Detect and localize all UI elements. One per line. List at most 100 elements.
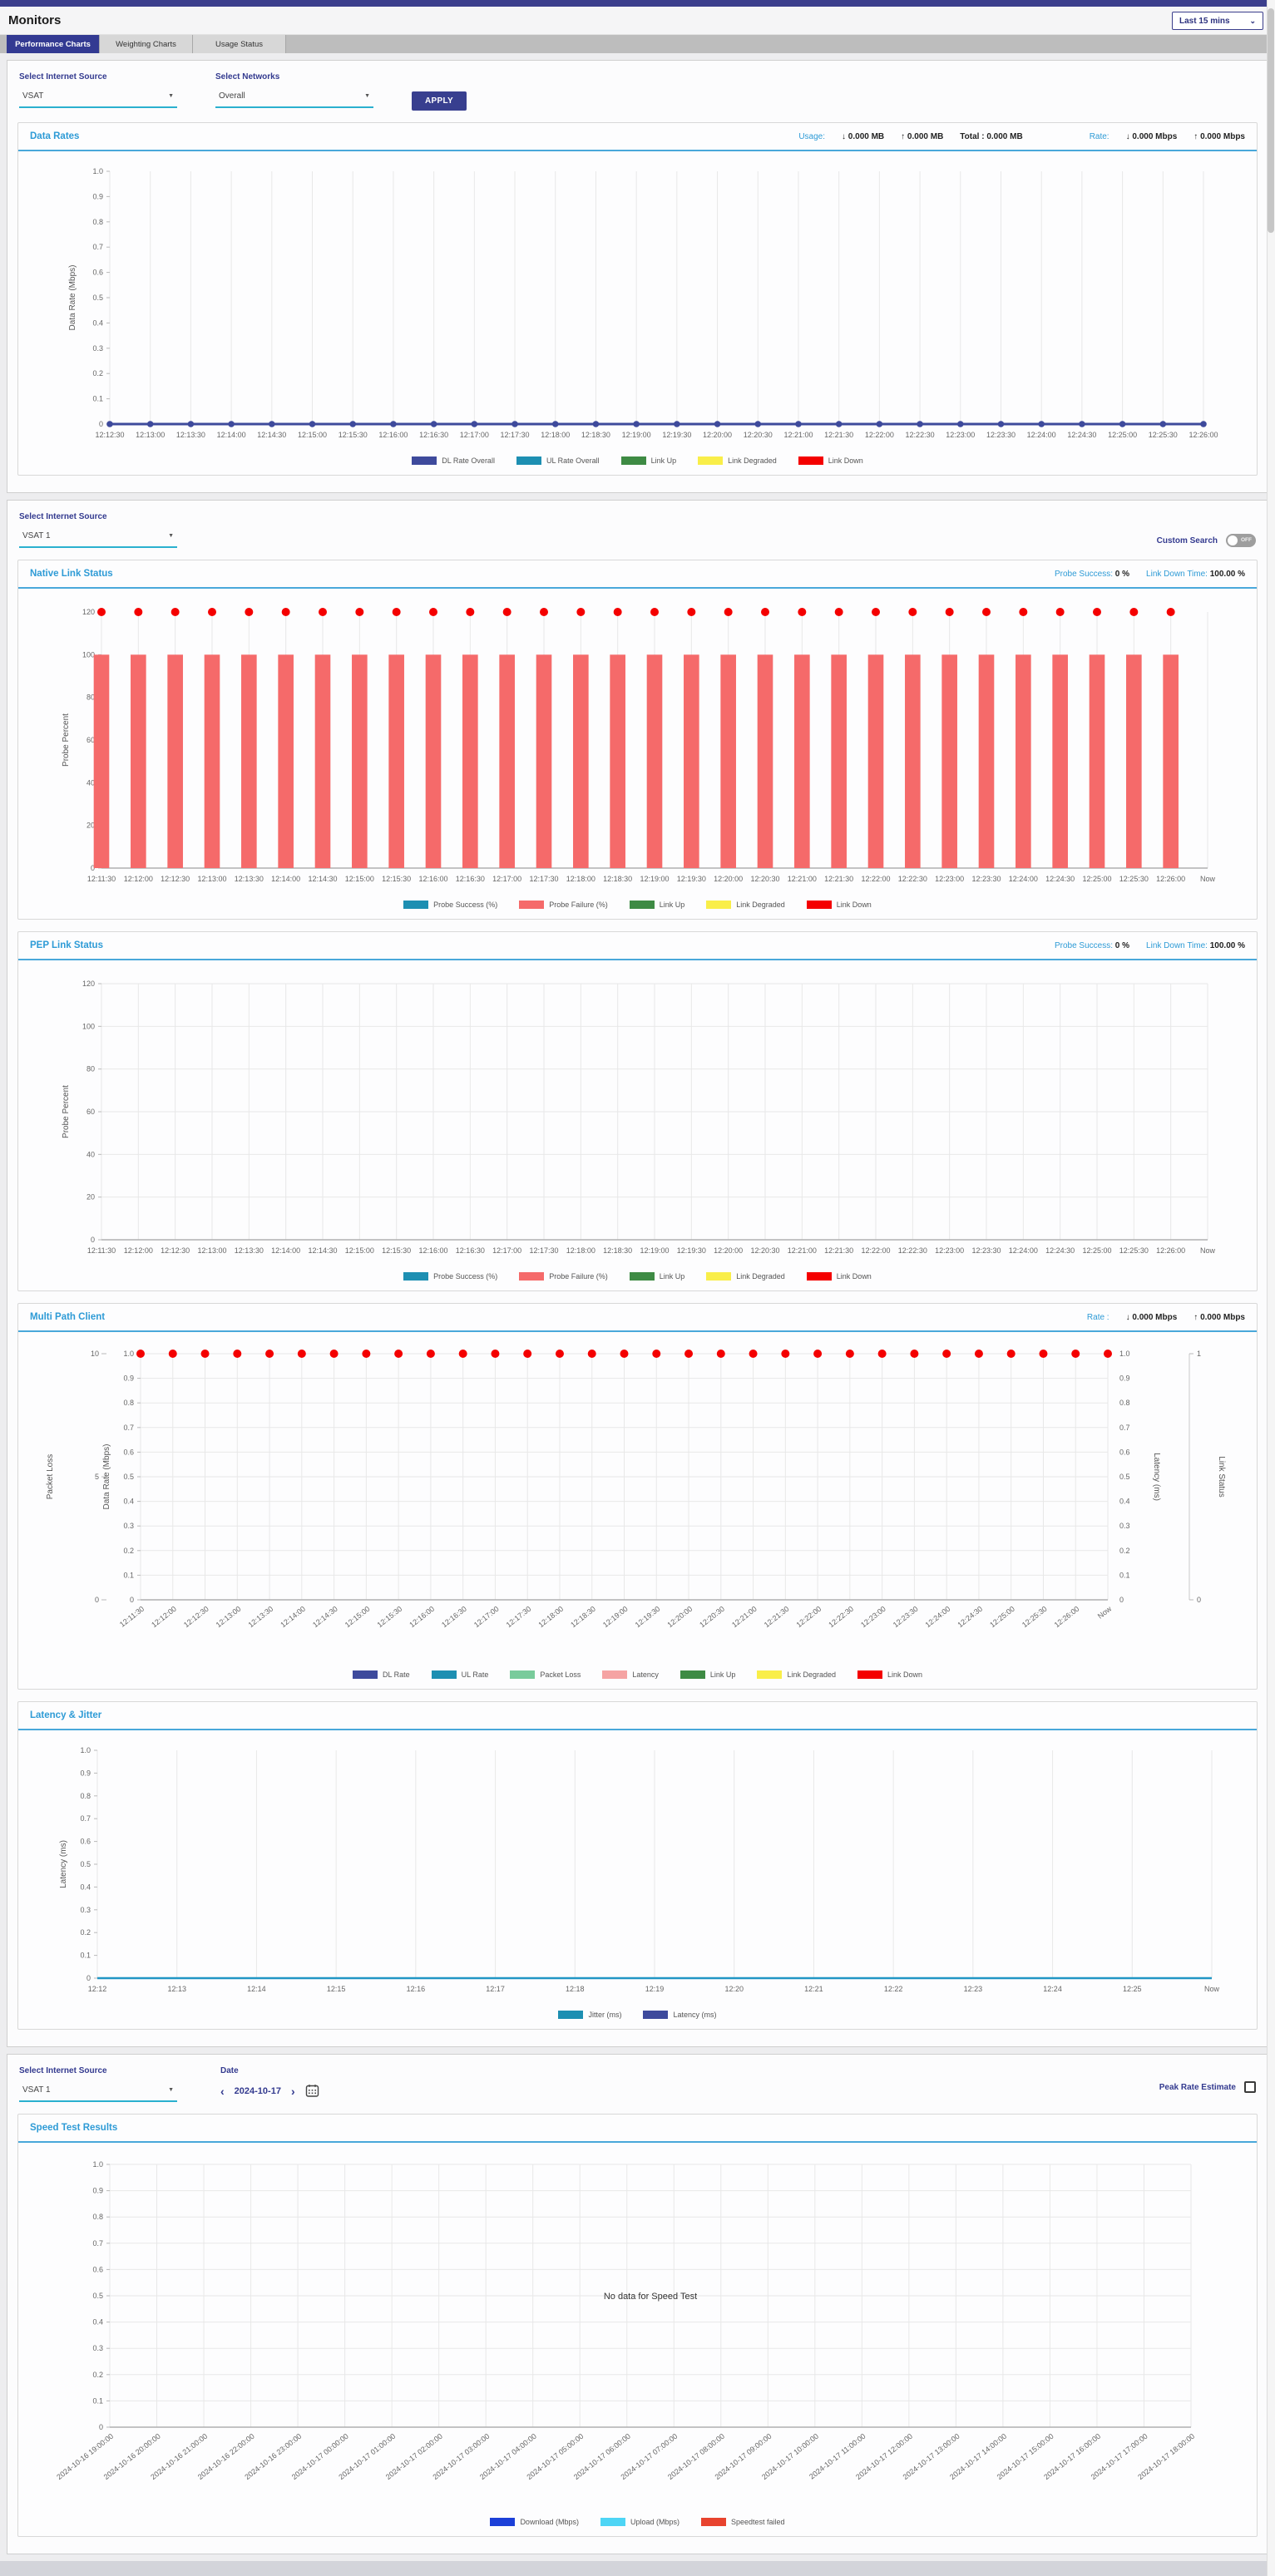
legend-item: Link Down: [807, 901, 872, 909]
vsat1-controls: Select Internet Source VSAT 1 ▼ Custom S…: [19, 512, 1256, 548]
svg-text:12:25:00: 12:25:00: [988, 1605, 1016, 1629]
rate-download: ↓ 0.000 Mbps: [1126, 1313, 1178, 1322]
svg-text:12:18:00: 12:18:00: [541, 431, 570, 439]
legend-swatch-icon: [602, 1670, 627, 1679]
time-range-select[interactable]: Last 15 mins ⌄: [1172, 12, 1263, 30]
svg-text:12:19:30: 12:19:30: [633, 1605, 661, 1629]
svg-text:12:20:30: 12:20:30: [698, 1605, 726, 1629]
svg-text:12:18:30: 12:18:30: [569, 1605, 597, 1629]
next-day-button[interactable]: ›: [291, 2085, 295, 2097]
svg-text:12:11:30: 12:11:30: [86, 1246, 115, 1255]
multi-path-client-chart: 1.00.90.80.70.60.50.40.30.20.10Data Rate…: [18, 1332, 1257, 1670]
svg-text:12:21:30: 12:21:30: [824, 1246, 853, 1255]
legend-item: Link Up: [630, 901, 685, 909]
svg-text:12:19: 12:19: [645, 1985, 664, 1993]
calendar-icon[interactable]: [305, 2084, 319, 2098]
tab-performance-charts[interactable]: Performance Charts: [7, 35, 100, 53]
svg-text:12:14:30: 12:14:30: [308, 875, 337, 883]
svg-text:12:17:30: 12:17:30: [529, 875, 558, 883]
svg-text:12:16:00: 12:16:00: [418, 875, 447, 883]
legend-item: Link Degraded: [706, 1272, 785, 1281]
legend-swatch-icon: [857, 1670, 882, 1679]
speed-test-section: Select Internet Source VSAT 1 ▼ Date ‹ 2…: [7, 2054, 1268, 2554]
scrollbar-thumb[interactable]: [1268, 8, 1274, 233]
svg-text:12:24:00: 12:24:00: [1026, 431, 1055, 439]
peak-rate-checkbox[interactable]: [1244, 2081, 1256, 2093]
networks-control: Select Networks Overall ▼: [215, 72, 373, 108]
internet-source-select[interactable]: VSAT 1 ▼: [19, 2084, 177, 2102]
internet-source-value: VSAT 1: [22, 531, 51, 540]
svg-text:12:21:30: 12:21:30: [824, 431, 853, 439]
native-link-status-stats: Probe Success: 0 % Link Down Time: 100.0…: [1055, 570, 1245, 579]
svg-text:12:14:30: 12:14:30: [257, 431, 286, 439]
date-label: Date: [220, 2066, 319, 2075]
legend-swatch-icon: [490, 2518, 515, 2526]
svg-text:12:14:00: 12:14:00: [271, 1246, 300, 1255]
custom-search-toggle[interactable]: OFF: [1226, 534, 1256, 547]
apply-button[interactable]: APPLY: [412, 91, 467, 111]
tab-usage-status[interactable]: Usage Status: [193, 35, 286, 53]
caret-down-icon: ▼: [364, 93, 370, 99]
svg-text:12:13:30: 12:13:30: [246, 1605, 274, 1629]
svg-text:12:15: 12:15: [326, 1985, 345, 1993]
svg-text:12:13:00: 12:13:00: [197, 875, 226, 883]
svg-text:12:15:00: 12:15:00: [344, 1246, 373, 1255]
svg-text:0.9: 0.9: [80, 1769, 91, 1777]
legend-swatch-icon: [353, 1670, 378, 1679]
svg-text:12:17:00: 12:17:00: [492, 875, 521, 883]
svg-text:Packet Loss: Packet Loss: [46, 1454, 55, 1499]
svg-text:1.0: 1.0: [92, 167, 103, 175]
svg-text:12:22:00: 12:22:00: [861, 1246, 890, 1255]
svg-text:12:24:30: 12:24:30: [1067, 431, 1096, 439]
svg-text:12:16:00: 12:16:00: [408, 1605, 436, 1629]
svg-text:12:26:00: 12:26:00: [1156, 875, 1185, 883]
legend-item: UL Rate Overall: [516, 456, 600, 465]
svg-text:12:20:00: 12:20:00: [714, 875, 743, 883]
svg-text:12:16: 12:16: [406, 1985, 425, 1993]
legend-item: Probe Failure (%): [519, 1272, 608, 1281]
legend-swatch-icon: [807, 901, 832, 909]
latency-jitter-header: Latency & Jitter: [18, 1702, 1257, 1730]
legend-swatch-icon: [432, 1670, 457, 1679]
pep-link-status-card: PEP Link Status Probe Success: 0 % Link …: [17, 931, 1258, 1291]
svg-text:12:13:30: 12:13:30: [234, 875, 263, 883]
speed-test-results-chart: 1.00.90.80.70.60.50.40.30.20.102024-10-1…: [18, 2143, 1257, 2518]
legend-swatch-icon: [519, 901, 544, 909]
svg-text:0.4: 0.4: [123, 1498, 134, 1506]
svg-text:12:18:00: 12:18:00: [566, 875, 595, 883]
svg-text:100: 100: [82, 1022, 94, 1030]
scrollbar[interactable]: [1267, 0, 1275, 2576]
usage-download: ↓ 0.000 MB: [842, 132, 884, 141]
svg-text:12:21: 12:21: [804, 1985, 823, 1993]
svg-text:0: 0: [90, 1236, 94, 1244]
svg-text:10: 10: [90, 1350, 98, 1358]
svg-text:0: 0: [94, 1596, 98, 1604]
page-header: Monitors Last 15 mins ⌄: [0, 7, 1275, 35]
svg-text:0.5: 0.5: [92, 2292, 103, 2300]
internet-source-control: Select Internet Source VSAT 1 ▼: [19, 512, 177, 548]
svg-text:12:24: 12:24: [1043, 1985, 1062, 1993]
svg-text:12:23:00: 12:23:00: [935, 1246, 964, 1255]
networks-select[interactable]: Overall ▼: [215, 90, 373, 108]
svg-text:0.3: 0.3: [80, 1906, 91, 1914]
internet-source-select[interactable]: VSAT 1 ▼: [19, 530, 177, 548]
svg-text:12:22:30: 12:22:30: [897, 1246, 927, 1255]
svg-text:12:23:30: 12:23:30: [971, 875, 1001, 883]
data-rates-card: Data Rates Usage: ↓ 0.000 MB ↑ 0.000 MB …: [17, 122, 1258, 476]
legend-item: Packet Loss: [510, 1670, 581, 1679]
svg-text:12:13:00: 12:13:00: [197, 1246, 226, 1255]
svg-text:Probe Percent: Probe Percent: [62, 713, 71, 767]
svg-text:0.5: 0.5: [80, 1860, 91, 1868]
tab-weighting-charts[interactable]: Weighting Charts: [100, 35, 193, 53]
legend-item: Probe Failure (%): [519, 901, 608, 909]
pep-link-status-chart: 120100806040200Probe Percent12:11:3012:1…: [18, 960, 1257, 1272]
svg-text:12:24:00: 12:24:00: [1008, 875, 1037, 883]
svg-text:12:22:30: 12:22:30: [897, 875, 927, 883]
svg-text:1.0: 1.0: [123, 1350, 134, 1358]
legend-swatch-icon: [807, 1272, 832, 1281]
latency-jitter-chart: 1.00.90.80.70.60.50.40.30.20.10Latency (…: [18, 1730, 1257, 2011]
internet-source-select[interactable]: VSAT ▼: [19, 90, 177, 108]
prev-day-button[interactable]: ‹: [220, 2085, 225, 2097]
svg-text:0: 0: [98, 2423, 102, 2431]
legend-swatch-icon: [630, 901, 655, 909]
